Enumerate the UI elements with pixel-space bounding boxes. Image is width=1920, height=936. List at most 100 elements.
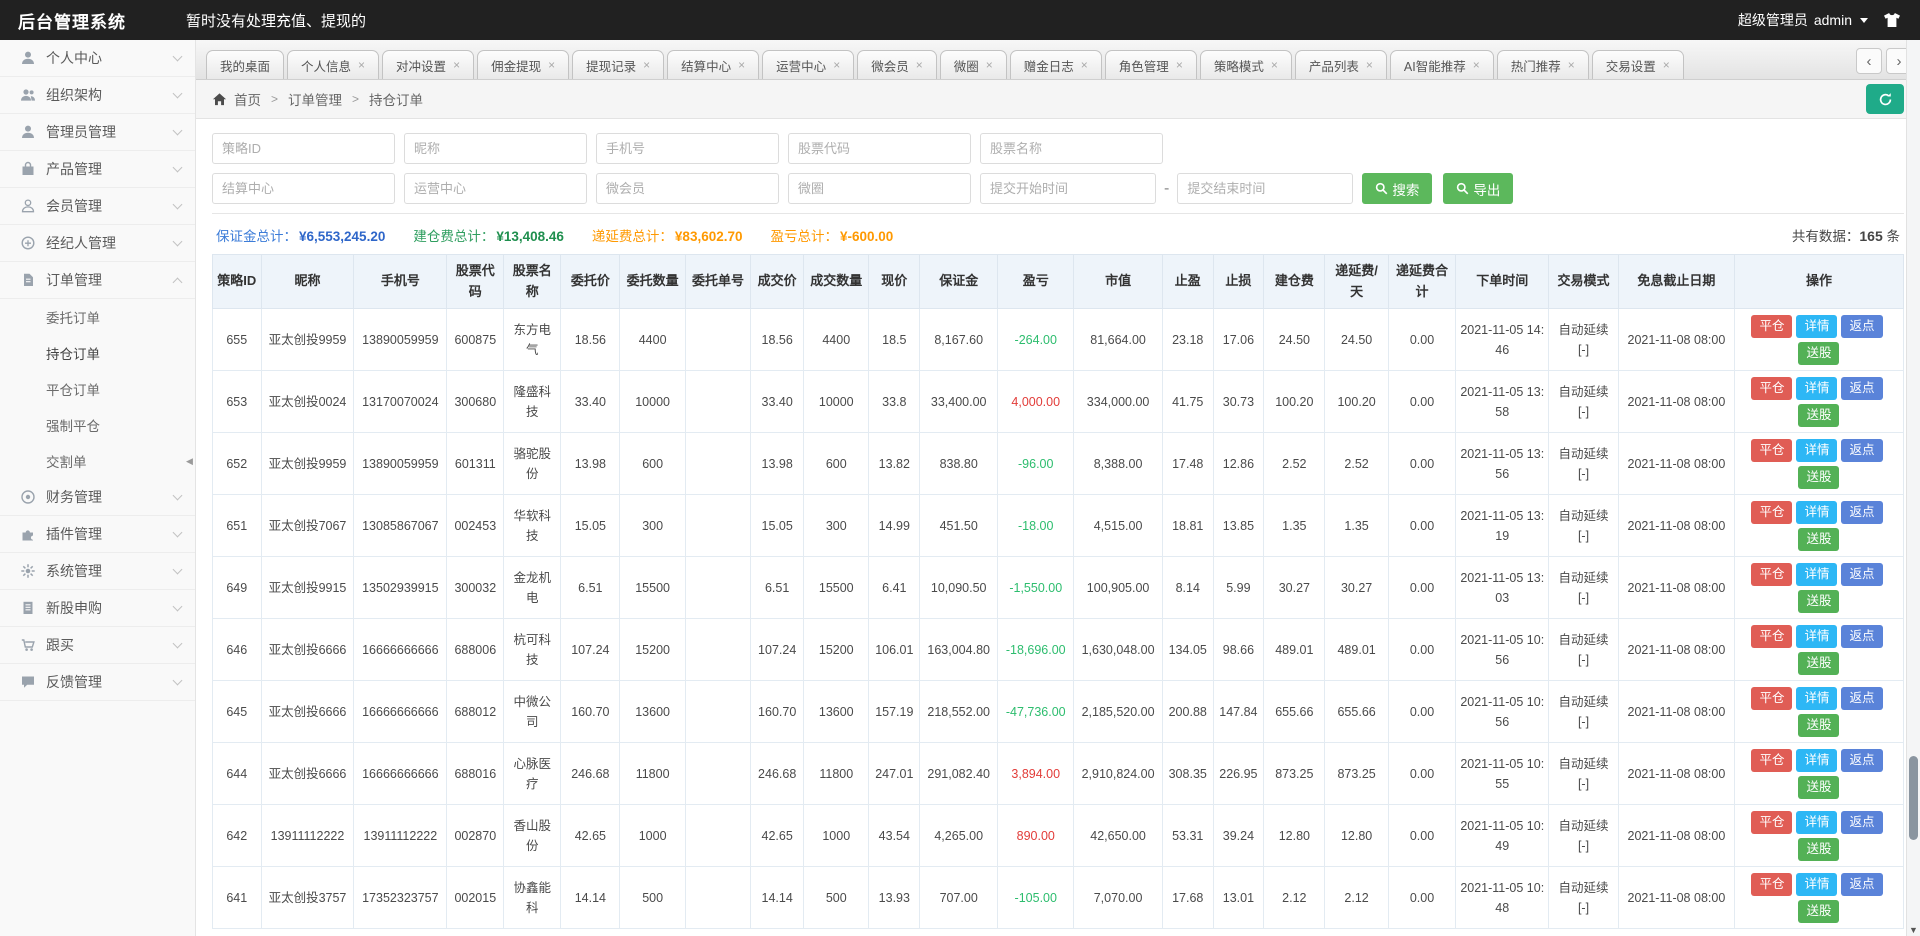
detail-button[interactable]: 详情 <box>1796 625 1837 648</box>
tab-close-icon[interactable]: × <box>1271 58 1278 72</box>
search-button[interactable]: 搜索 <box>1362 173 1432 204</box>
send-shares-button[interactable]: 送股 <box>1798 342 1839 365</box>
rebate-button[interactable]: 返点 <box>1841 377 1882 400</box>
close-position-button[interactable]: 平仓 <box>1751 377 1792 400</box>
tab-close-icon[interactable]: × <box>1176 58 1183 72</box>
tab-close-icon[interactable]: × <box>1366 58 1373 72</box>
sidebar-subitem[interactable]: 持仓订单 <box>0 335 195 371</box>
tab-item[interactable]: 佣金提现× <box>477 50 569 79</box>
sidebar-collapse-handle[interactable]: ◀ <box>183 438 196 484</box>
tab-item[interactable]: AI智能推荐× <box>1390 50 1494 79</box>
tab-item[interactable]: 微圈× <box>940 50 1007 79</box>
sidebar-item-ipo[interactable]: 新股申购 <box>0 590 195 627</box>
tab-item[interactable]: 角色管理× <box>1105 50 1197 79</box>
rebate-button[interactable]: 返点 <box>1841 315 1882 338</box>
filter-input[interactable] <box>980 133 1163 164</box>
sidebar-subitem[interactable]: 委托订单 <box>0 299 195 335</box>
detail-button[interactable]: 详情 <box>1796 687 1837 710</box>
filter-input[interactable] <box>596 133 779 164</box>
close-position-button[interactable]: 平仓 <box>1751 501 1792 524</box>
send-shares-button[interactable]: 送股 <box>1798 838 1839 861</box>
tab-item[interactable]: 热门推荐× <box>1497 50 1589 79</box>
tab-close-icon[interactable]: × <box>1473 58 1480 72</box>
tab-item[interactable]: 赠金日志× <box>1010 50 1102 79</box>
refresh-button[interactable] <box>1866 84 1904 114</box>
tab-close-icon[interactable]: × <box>1081 58 1088 72</box>
sidebar-item-plugin[interactable]: 插件管理 <box>0 516 195 553</box>
detail-button[interactable]: 详情 <box>1796 439 1837 462</box>
tab-close-icon[interactable]: × <box>453 58 460 72</box>
tab-close-icon[interactable]: × <box>643 58 650 72</box>
close-position-button[interactable]: 平仓 <box>1751 687 1792 710</box>
tab-close-icon[interactable]: × <box>358 58 365 72</box>
sidebar-item-follow[interactable]: 跟买 <box>0 627 195 664</box>
detail-button[interactable]: 详情 <box>1796 377 1837 400</box>
sidebar-item-feedback[interactable]: 反馈管理 <box>0 664 195 701</box>
send-shares-button[interactable]: 送股 <box>1798 776 1839 799</box>
detail-button[interactable]: 详情 <box>1796 749 1837 772</box>
date-start-input[interactable] <box>980 173 1156 204</box>
send-shares-button[interactable]: 送股 <box>1798 900 1839 923</box>
sidebar-subitem[interactable]: 强制平仓 <box>0 407 195 443</box>
rebate-button[interactable]: 返点 <box>1841 687 1882 710</box>
tab-item[interactable]: 我的桌面 <box>206 50 284 79</box>
export-button[interactable]: 导出 <box>1443 173 1513 204</box>
tab-item[interactable]: 对冲设置× <box>382 50 474 79</box>
tab-close-icon[interactable]: × <box>738 58 745 72</box>
close-position-button[interactable]: 平仓 <box>1751 439 1792 462</box>
sidebar-item-member[interactable]: 会员管理 <box>0 188 195 225</box>
rebate-button[interactable]: 返点 <box>1841 563 1882 586</box>
send-shares-button[interactable]: 送股 <box>1798 714 1839 737</box>
rebate-button[interactable]: 返点 <box>1841 873 1882 896</box>
close-position-button[interactable]: 平仓 <box>1751 749 1792 772</box>
send-shares-button[interactable]: 送股 <box>1798 466 1839 489</box>
detail-button[interactable]: 详情 <box>1796 811 1837 834</box>
tabs-scroll-left-button[interactable]: ‹ <box>1856 48 1882 74</box>
theme-tshirt-icon[interactable] <box>1882 11 1902 29</box>
scrollbar-thumb[interactable] <box>1909 756 1918 840</box>
tab-close-icon[interactable]: × <box>548 58 555 72</box>
tab-item[interactable]: 运营中心× <box>762 50 854 79</box>
tab-item[interactable]: 交易设置× <box>1592 50 1684 79</box>
tab-item[interactable]: 策略模式× <box>1200 50 1292 79</box>
filter-input[interactable] <box>788 133 971 164</box>
tab-close-icon[interactable]: × <box>1568 58 1575 72</box>
send-shares-button[interactable]: 送股 <box>1798 528 1839 551</box>
date-end-input[interactable] <box>1177 173 1353 204</box>
sidebar-item-user[interactable]: 个人中心 <box>0 40 195 77</box>
sidebar-item-broker[interactable]: 经纪人管理 <box>0 225 195 262</box>
tab-item[interactable]: 提现记录× <box>572 50 664 79</box>
filter-input[interactable] <box>212 133 395 164</box>
detail-button[interactable]: 详情 <box>1796 501 1837 524</box>
sidebar-item-system[interactable]: 系统管理 <box>0 553 195 590</box>
breadcrumb-item[interactable]: 首页 <box>234 89 261 109</box>
rebate-button[interactable]: 返点 <box>1841 439 1882 462</box>
sidebar-item-finance[interactable]: 财务管理 <box>0 479 195 516</box>
tab-close-icon[interactable]: × <box>916 58 923 72</box>
breadcrumb-item[interactable]: 订单管理 <box>288 89 342 109</box>
detail-button[interactable]: 详情 <box>1796 873 1837 896</box>
filter-input[interactable] <box>212 173 395 204</box>
sidebar-subitem[interactable]: 平仓订单 <box>0 371 195 407</box>
filter-input[interactable] <box>404 133 587 164</box>
tab-item[interactable]: 微会员× <box>857 50 937 79</box>
tab-close-icon[interactable]: × <box>1663 58 1670 72</box>
tab-item[interactable]: 结算中心× <box>667 50 759 79</box>
sidebar-item-user-admin[interactable]: 管理员管理 <box>0 114 195 151</box>
close-position-button[interactable]: 平仓 <box>1751 811 1792 834</box>
vertical-scrollbar[interactable]: ▼ <box>1906 40 1920 936</box>
tab-item[interactable]: 个人信息× <box>287 50 379 79</box>
send-shares-button[interactable]: 送股 <box>1798 404 1839 427</box>
filter-input[interactable] <box>404 173 587 204</box>
close-position-button[interactable]: 平仓 <box>1751 873 1792 896</box>
send-shares-button[interactable]: 送股 <box>1798 652 1839 675</box>
user-menu[interactable]: 超级管理员 admin <box>1738 10 1868 30</box>
close-position-button[interactable]: 平仓 <box>1751 625 1792 648</box>
close-position-button[interactable]: 平仓 <box>1751 315 1792 338</box>
close-position-button[interactable]: 平仓 <box>1751 563 1792 586</box>
sidebar-item-bag[interactable]: 产品管理 <box>0 151 195 188</box>
detail-button[interactable]: 详情 <box>1796 315 1837 338</box>
scrollbar-down-arrow[interactable]: ▼ <box>1907 925 1920 935</box>
tab-close-icon[interactable]: × <box>986 58 993 72</box>
rebate-button[interactable]: 返点 <box>1841 811 1882 834</box>
